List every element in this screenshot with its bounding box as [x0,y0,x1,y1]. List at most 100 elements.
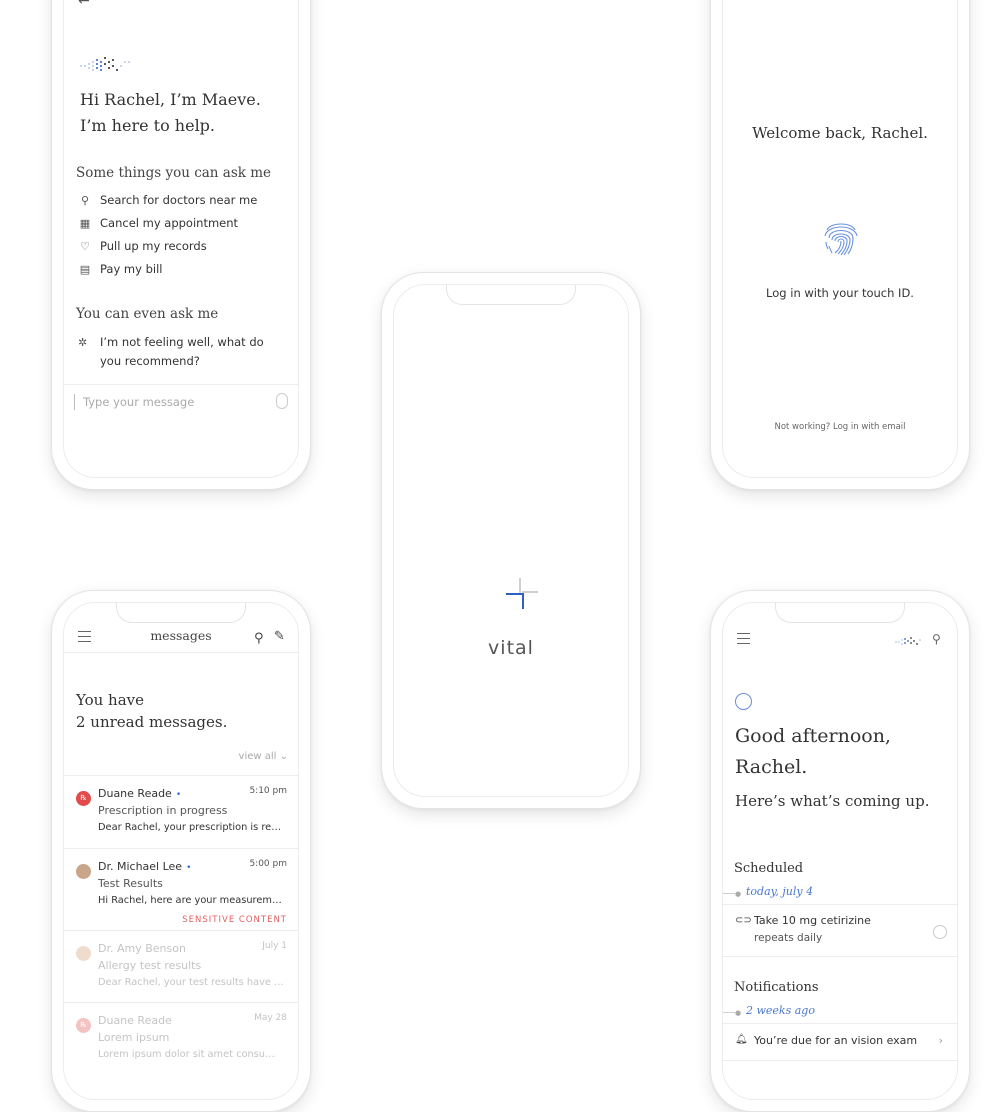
timeline-dot-icon: ● [735,890,742,898]
message-preview: Dear Rachel, your prescription is ready … [98,822,284,833]
messages-screen: messages ⚲ ✎ You have 2 unread messages.… [63,602,299,1100]
scheduled-date-label: today, july 4 [746,885,814,898]
message-sender: Dr. Amy Benson [98,942,186,955]
greeting-line-1: Hi Rachel, I’m Maeve. [80,90,261,109]
dashboard-phone: ⚲ Good afternoon, Rachel. Here’s what’s … [710,590,970,1112]
message-preview: Hi Rachel, here are your measurements fr… [98,895,284,906]
bell-icon: 🔔︎ [735,1034,748,1045]
touch-id-label: Log in with your touch ID. [766,286,914,300]
unread-summary: You have 2 unread messages. [76,689,227,733]
message-sender: Dr. Michael Lee • [98,860,192,873]
scheduled-heading: Scheduled [734,861,804,876]
message-input-bar[interactable]: Type your message [64,384,298,419]
messages-phone: messages ⚲ ✎ You have 2 unread messages.… [51,590,311,1112]
maeve-logo-icon [80,57,130,71]
sensitive-content-badge: SENSITIVE CONTENT [182,915,287,925]
unread-line-1: You have [76,691,145,709]
suggestion-label: Search for doctors near me [100,193,258,207]
bill-icon: ▤ [79,263,91,276]
message-subject: Test Results [98,877,163,890]
message-time: July 1 [262,941,287,951]
greeting-line-1: Good afternoon, [735,725,891,747]
calendar-icon: ▦ [79,217,91,230]
timeline-dot-icon: ● [735,1009,742,1017]
search-icon[interactable]: ⚲ [254,631,264,646]
assistant-phone: ← Hi Rachel, I’m Maeve. I’m here to help… [51,0,311,490]
fingerprint-icon[interactable] [822,216,860,258]
complete-checkbox[interactable] [933,925,947,939]
message-sender: Duane Reade [98,1014,172,1027]
pharmacy-avatar-icon: ℞ [76,791,91,806]
search-icon[interactable]: ⚲ [932,632,941,646]
message-preview: Dear Rachel, your test results have come… [98,977,284,988]
even-heading: You can even ask me [76,306,219,322]
vital-wordmark: vital [488,637,534,659]
message-subject: Allergy test results [98,959,202,972]
message-time: 5:10 pm [249,786,287,796]
pharmacy-avatar-icon: ℞ [76,1018,91,1033]
touch-id-screen: Welcome back, Rachel. Log in with your t… [722,0,958,478]
assistant-screen: ← Hi Rachel, I’m Maeve. I’m here to help… [63,0,299,478]
message-row[interactable]: Dr. Amy Benson July 1 Allergy test resul… [64,930,298,1003]
scheduled-item-sub: repeats daily [754,932,823,944]
view-all-link[interactable]: view all ⌄ [239,751,288,762]
greeting-line-2: Rachel. [735,756,808,778]
phone-notch [446,285,576,305]
suggestion-not-feeling-well[interactable]: ✲ I’m not feeling well, what do you reco… [78,333,273,371]
suggestion-label: I’m not feeling well, what do you recomm… [100,335,264,368]
message-time: May 28 [254,1013,287,1023]
chevron-right-icon[interactable]: › [939,1034,943,1047]
suggestion-label: Pull up my records [100,239,207,253]
message-subject: Prescription in progress [98,804,228,817]
records-icon: ♡ [80,240,90,253]
pill-icon: ⊂⊃ [735,915,752,926]
header-divider [64,652,298,653]
message-input[interactable]: Type your message [83,395,194,409]
message-row[interactable]: ℞ Duane Reade May 28 Lorem ipsum Lorem i… [64,1002,298,1075]
notifications-heading: Notifications [734,980,819,995]
assistant-greeting: Hi Rachel, I’m Maeve. I’m here to help. [80,87,261,139]
suggestion-pull-records[interactable]: ♡ Pull up my records [78,239,207,253]
phone-notch [116,603,246,623]
doctor-avatar [76,864,91,879]
message-sender: Duane Reade • [98,787,182,800]
virus-icon: ✲ [78,336,88,349]
scheduled-item-title: Take 10 mg cetirizine [754,914,871,927]
notification-item-card[interactable]: 🔔︎ You’re due for an vision exam › [723,1023,957,1061]
scheduled-item-card[interactable]: ⊂⊃ Take 10 mg cetirizine repeats daily [723,904,957,957]
vital-logo-icon [506,578,538,609]
unread-dot-icon: • [186,863,192,873]
splash-phone: vital [381,272,641,809]
touch-id-phone: Welcome back, Rachel. Log in with your t… [710,0,970,490]
greeting-line-2: I’m here to help. [80,116,216,135]
ask-heading: Some things you can ask me [76,165,272,181]
email-login-link[interactable]: Not working? Log in with email [723,422,957,432]
back-arrow-icon[interactable]: ← [78,0,90,9]
welcome-title: Welcome back, Rachel. [752,124,928,142]
notification-item-text: You’re due for an vision exam [754,1034,918,1047]
suggestion-label: Pay my bill [100,262,163,276]
dashboard-screen: ⚲ Good afternoon, Rachel. Here’s what’s … [722,602,958,1100]
suggestion-search-doctors[interactable]: ⚲ Search for doctors near me [78,193,257,207]
splash-screen: vital [393,284,629,797]
suggestion-label: Cancel my appointment [100,216,239,230]
message-subject: Lorem ipsum [98,1031,170,1044]
maeve-assistant-icon[interactable] [894,635,924,647]
message-preview: Lorem ipsum dolor sit amet consumat adip… [98,1049,284,1060]
microphone-icon[interactable] [276,393,288,409]
doctor-avatar [76,946,91,961]
notifications-date-label: 2 weeks ago [746,1004,815,1017]
unread-dot-icon: • [175,790,182,800]
dashboard-greeting: Good afternoon, Rachel. [735,721,891,783]
suggestion-pay-bill[interactable]: ▤ Pay my bill [78,262,163,276]
suggestion-cancel-appointment[interactable]: ▦ Cancel my appointment [78,216,238,230]
text-cursor [74,394,75,410]
hamburger-menu-icon[interactable] [737,633,750,647]
timeline-rule [723,893,735,894]
message-row[interactable]: ℞ Duane Reade • 5:10 pm Prescription in p… [64,775,298,848]
timeline-rule [723,1012,735,1013]
avatar[interactable] [735,693,752,710]
compose-icon[interactable]: ✎ [274,629,285,644]
message-row[interactable]: Dr. Michael Lee • 5:00 pm Test Results Hi… [64,848,298,925]
message-time: 5:00 pm [249,859,287,869]
